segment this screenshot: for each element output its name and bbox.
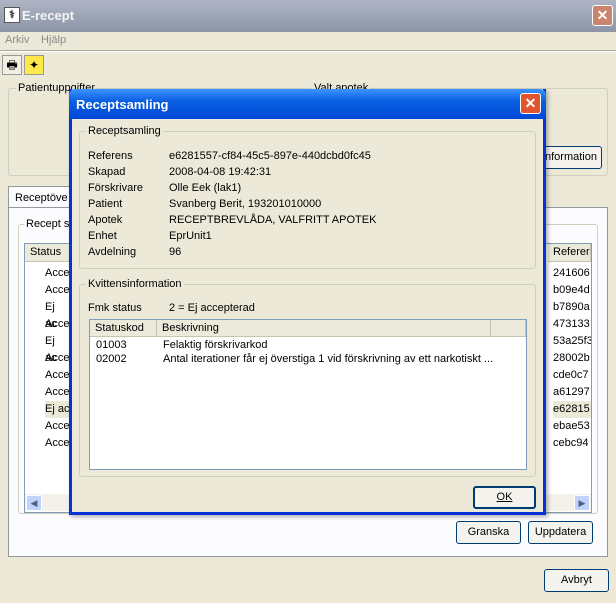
scroll-right-icon[interactable]: ▶ (574, 495, 590, 511)
field-label: Skapad (88, 166, 126, 178)
dialog-title-bar: Receptsamling (69, 89, 546, 119)
field-value: 96 (169, 246, 182, 258)
main-title-bar: ⚕ E-recept (0, 0, 616, 32)
receptsamling-group-label: Receptsamling (86, 125, 163, 137)
empty-column-header (491, 320, 526, 337)
field-label: Enhet (88, 230, 117, 242)
menu-arkiv[interactable]: Arkiv (5, 34, 29, 46)
status-column-header[interactable]: Status (25, 244, 70, 262)
list-item[interactable]: Ej ac (45, 299, 65, 330)
avbryt-button[interactable]: Avbryt (544, 569, 609, 592)
field-label: Referens (88, 150, 133, 162)
fmk-status-label: Fmk status (88, 302, 142, 314)
field-value: Svanberg Berit, 193201010000 (169, 198, 322, 210)
list-item-ref[interactable]: 28002b (553, 350, 591, 367)
fmk-status-value: 2 = Ej accepterad (169, 302, 255, 314)
list-item-ref[interactable]: b09e4d (553, 282, 591, 299)
field-value: RECEPTBREVLÅDA, VALFRITT APOTEK (169, 214, 377, 226)
menu-hjalp[interactable]: Hjälp (41, 34, 66, 46)
table-cell-desc[interactable]: Antal iterationer får ej överstiga 1 vid… (163, 353, 493, 365)
field-label: Avdelning (88, 246, 137, 258)
kvittens-group-label: Kvittensinformation (86, 278, 184, 290)
granska-button[interactable]: Granska (456, 521, 521, 544)
list-item[interactable]: Acce (45, 282, 69, 299)
list-item-ref[interactable]: 53a25f3 (553, 333, 591, 350)
table-cell-code[interactable]: 02002 (96, 353, 127, 365)
list-item[interactable]: Acce (45, 350, 69, 367)
table-cell-desc[interactable]: Felaktig förskrivarkod (163, 339, 268, 351)
field-label: Förskrivare (88, 182, 144, 194)
tab-receptoversikt[interactable]: Receptöve (8, 186, 72, 208)
referens-column-header[interactable]: Referer (548, 244, 591, 262)
recept-group-label: Recept s (24, 218, 72, 230)
beskrivning-column-header[interactable]: Beskrivning (157, 320, 491, 337)
toolbar-separator (0, 50, 616, 52)
list-item-ref[interactable]: 473133 (553, 316, 591, 333)
table-cell-code[interactable]: 01003 (96, 339, 127, 351)
field-value: e6281557-cf84-45c5-897e-440dcbd0fc45 (169, 150, 371, 162)
information-button[interactable]: nformation (540, 146, 602, 169)
list-item[interactable]: Acce (45, 367, 69, 384)
list-item[interactable]: Ej ac (45, 333, 65, 364)
statuskod-column-header[interactable]: Statuskod (90, 320, 157, 337)
window-title: E-recept (22, 8, 75, 23)
field-value: Olle Eek (lak1) (169, 182, 242, 194)
field-value: 2008-04-08 19:42:31 (169, 166, 272, 178)
list-item-ref[interactable]: cde0c7 (553, 367, 591, 384)
close-icon[interactable]: ✕ (592, 5, 613, 26)
list-item[interactable]: Acce (45, 418, 69, 435)
list-item-ref[interactable]: a61297 (553, 384, 591, 401)
list-item[interactable]: Acce (45, 316, 69, 333)
list-item-ref[interactable]: ebae53 (553, 418, 591, 435)
menu-bar: Arkiv Hjälp (0, 32, 616, 50)
kvittens-list[interactable] (89, 319, 527, 470)
list-item-ref[interactable]: cebc94 (553, 435, 591, 452)
field-value: EprUnit1 (169, 230, 212, 242)
field-label: Apotek (88, 214, 123, 226)
list-item-ref[interactable]: b7890a (553, 299, 591, 316)
dialog-title: Receptsamling (76, 97, 169, 112)
list-item[interactable]: Ej ac (45, 401, 70, 418)
field-label: Patient (88, 198, 123, 210)
list-item[interactable]: Acce (45, 435, 69, 452)
folder-icon[interactable]: ✦ (24, 55, 44, 75)
scroll-left-icon[interactable]: ◀ (26, 495, 42, 511)
list-item-ref[interactable]: e62815 (553, 401, 591, 418)
app-icon: ⚕ (4, 7, 20, 23)
list-item[interactable]: Acce (45, 265, 69, 282)
ok-button[interactable]: OK (473, 486, 536, 509)
list-item-ref[interactable]: 241606 (553, 265, 591, 282)
list-item[interactable]: Acce (45, 384, 69, 401)
dialog-close-icon[interactable]: ✕ (520, 93, 541, 114)
print-icon[interactable]: 🖶 (2, 55, 22, 75)
uppdatera-button[interactable]: Uppdatera (528, 521, 593, 544)
